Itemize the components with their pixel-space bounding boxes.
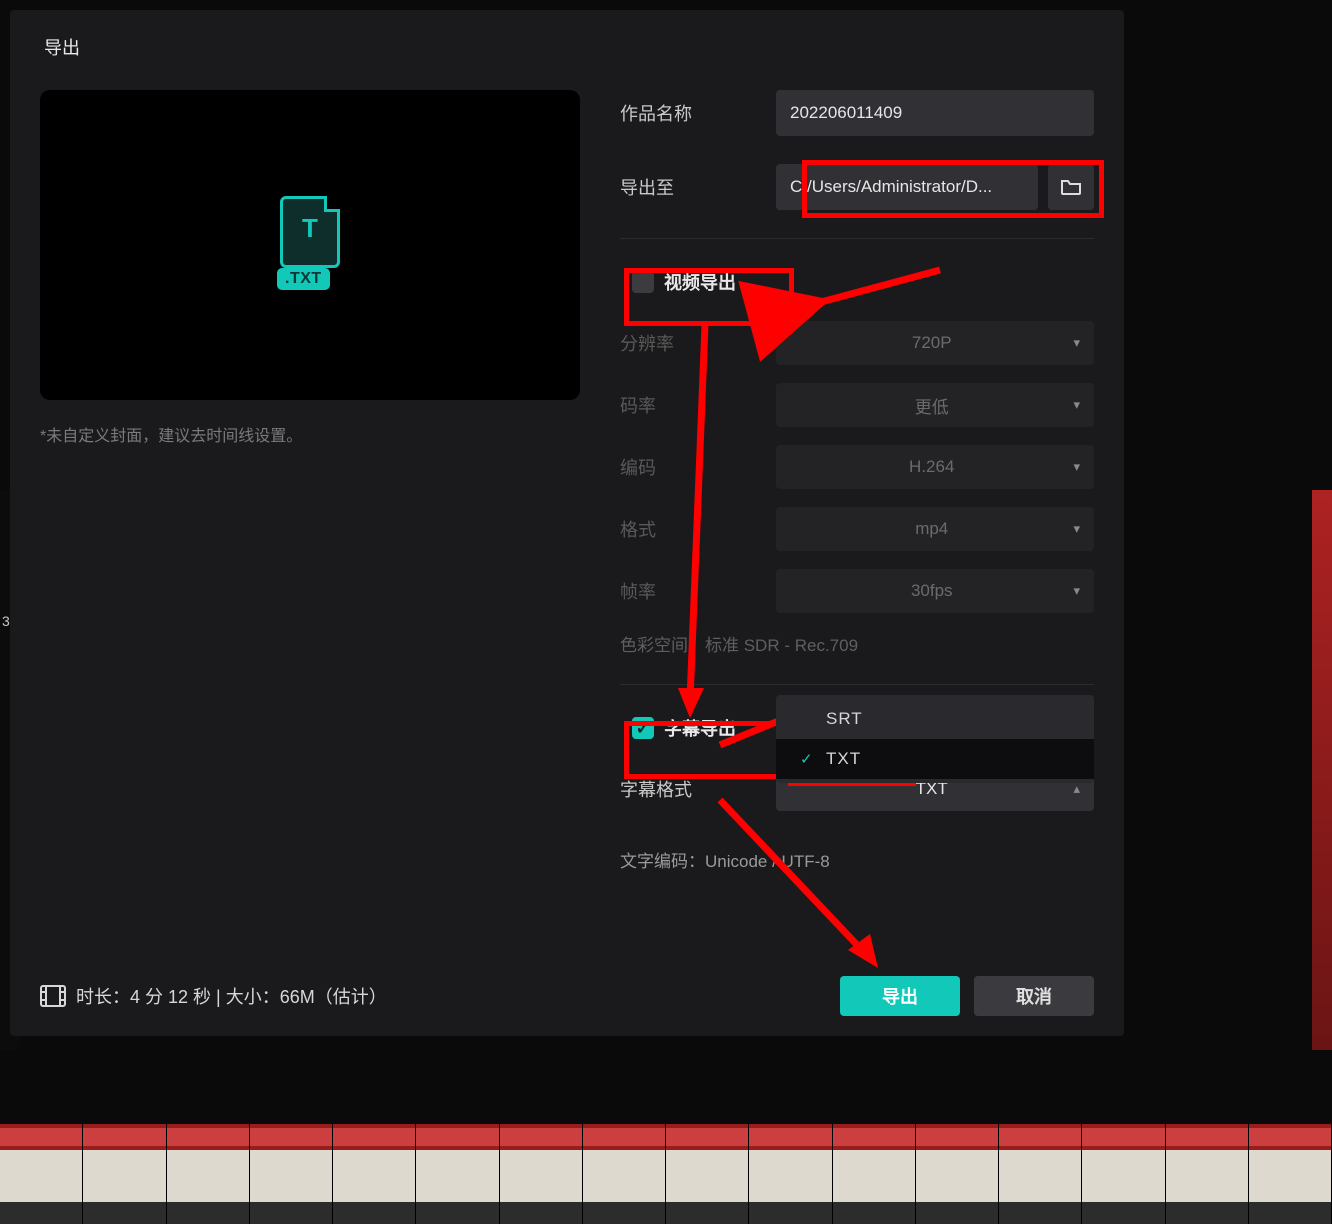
divider [620,238,1094,239]
cover-note: *未自定义封面，建议去时间线设置。 [40,422,580,446]
export-path-field[interactable]: C:/Users/Administrator/D... [776,164,1038,210]
divider [620,684,1094,685]
film-icon [40,985,66,1007]
resolution-select: 720P ▾ [776,321,1094,365]
encoding-text: 文字编码：Unicode / UTF-8 [620,847,1094,872]
dropdown-option-txt[interactable]: ✓ TXT [776,739,1094,779]
chevron-down-icon: ▾ [1073,459,1080,475]
chevron-down-icon: ▾ [1073,583,1080,599]
footer-meta: 时长：4 分 12 秒 | 大小：66M（估计） [76,983,387,1009]
export-button[interactable]: 导出 [840,976,960,1016]
dropdown-option-srt[interactable]: SRT [776,699,1094,739]
subtitle-export-toggle[interactable]: ✓ 字幕导出 [620,707,748,749]
dialog-title: 导出 [44,34,1094,60]
preview-thumbnail: T .TXT [40,90,580,400]
bitrate-select: 更低 ▾ [776,383,1094,427]
codec-select: H.264 ▾ [776,445,1094,489]
subtitle-format-dropdown: SRT ✓ TXT [776,695,1094,783]
checkbox-unchecked-icon [632,271,654,293]
cancel-button[interactable]: 取消 [974,976,1094,1016]
subtitle-format-label: 字幕格式 [620,776,748,802]
project-name-input[interactable] [776,90,1094,136]
chevron-down-icon: ▾ [1073,521,1080,537]
resolution-label: 分辨率 [620,330,748,356]
video-export-toggle[interactable]: 视频导出 [620,261,748,303]
chevron-up-icon: ▴ [1073,781,1080,797]
format-select: mp4 ▾ [776,507,1094,551]
format-label: 格式 [620,516,748,542]
browse-folder-button[interactable] [1048,164,1094,210]
fps-select: 30fps ▾ [776,569,1094,613]
folder-icon [1060,178,1082,196]
checkbox-checked-icon: ✓ [632,717,654,739]
export-dialog: 导出 T .TXT *未自定义封面，建议去时间线设置。 作品名称 [10,10,1124,1036]
project-name-label: 作品名称 [620,100,748,126]
fps-label: 帧率 [620,578,748,604]
bitrate-label: 码率 [620,392,748,418]
subtitle-export-label: 字幕导出 [664,715,736,741]
colorspace-text: 色彩空间：标准 SDR - Rec.709 [620,631,1094,656]
background-timeline [0,1124,1332,1224]
txt-file-icon: T .TXT [271,196,349,294]
codec-label: 编码 [620,454,748,480]
chevron-down-icon: ▾ [1073,397,1080,413]
background-strip-right [1312,490,1332,1050]
chevron-down-icon: ▾ [1073,335,1080,351]
video-export-label: 视频导出 [664,269,736,295]
export-path-label: 导出至 [620,174,748,200]
